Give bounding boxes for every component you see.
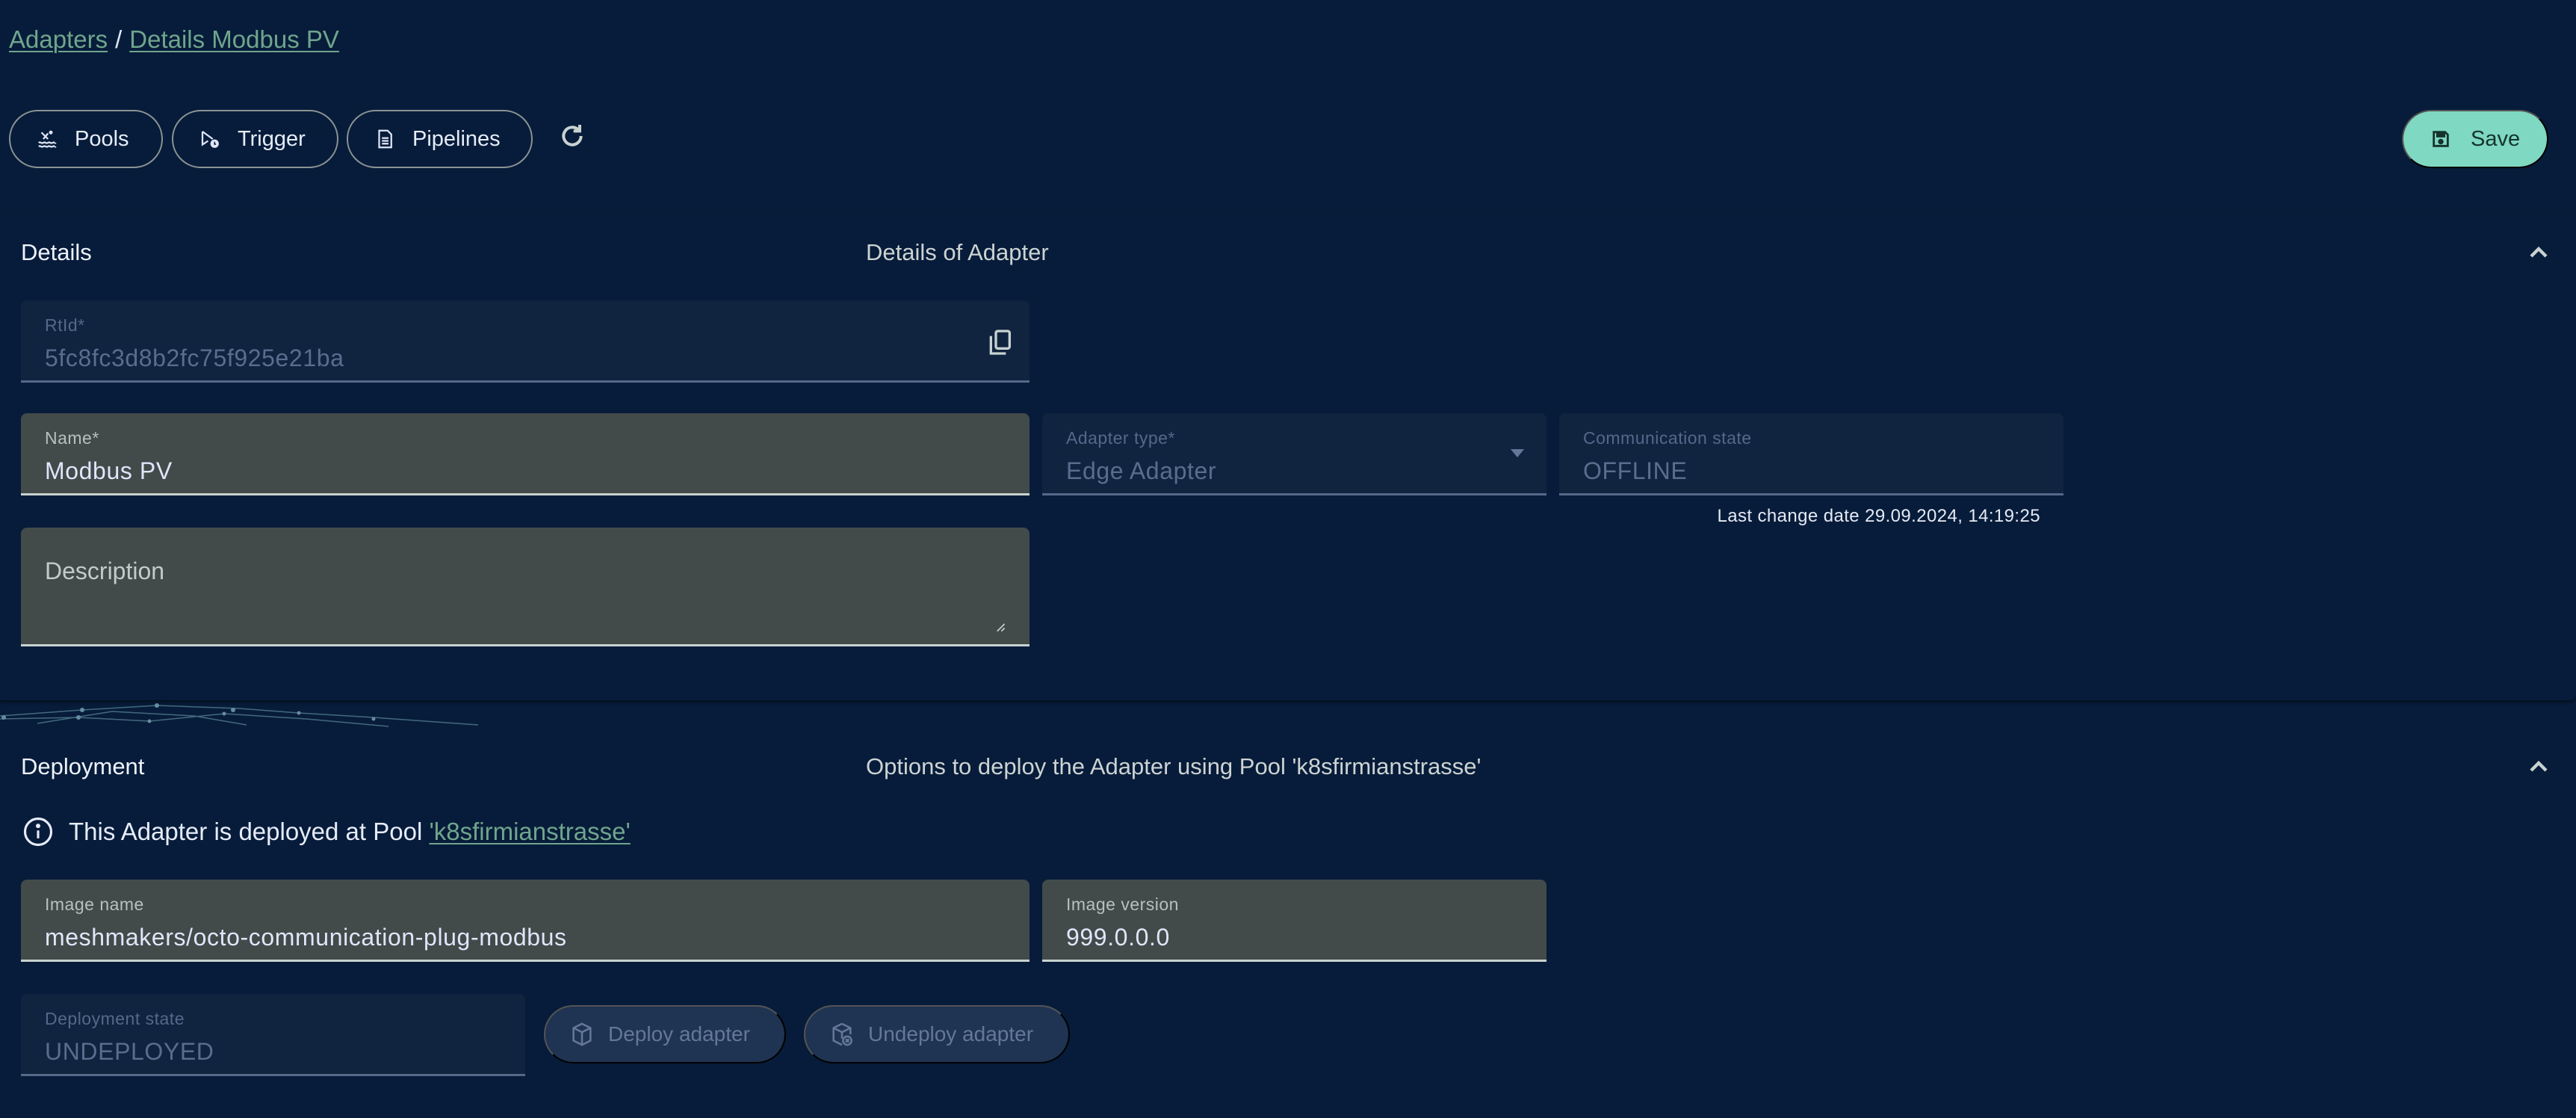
undeploy-adapter-button[interactable]: Undeploy adapter — [804, 1005, 1070, 1063]
image-name-field[interactable]: Image name meshmakers/octo-communication… — [21, 880, 1030, 962]
pool-link[interactable]: 'k8sfirmianstrasse' — [429, 818, 630, 845]
image-version-input[interactable]: 999.0.0.0 — [1066, 924, 1523, 951]
package-remove-icon — [832, 1022, 853, 1046]
adapter-type-label: Adapter type* — [1066, 428, 1175, 448]
last-change-date: Last change date 29.09.2024, 14:19:25 — [1717, 506, 2040, 526]
info-icon — [23, 817, 53, 847]
chevron-up-icon[interactable] — [2524, 238, 2554, 268]
pipelines-button[interactable]: Pipelines — [347, 110, 533, 168]
deploy-adapter-label: Deploy adapter — [608, 1022, 750, 1046]
pipelines-label: Pipelines — [412, 126, 501, 151]
deployment-info: This Adapter is deployed at Pool 'k8sfir… — [22, 816, 631, 847]
pools-button[interactable]: Pools — [9, 110, 163, 168]
description-placeholder: Description — [45, 558, 165, 584]
deployment-info-prefix: This Adapter is deployed at Pool — [69, 818, 430, 845]
adapter-type-value: Edge Adapter — [1066, 457, 1217, 484]
deployment-state-value: UNDEPLOYED — [45, 1038, 214, 1065]
rtid-field: RtId* 5fc8fc3d8b2fc75f925e21ba — [21, 300, 1030, 383]
resize-handle-icon[interactable] — [995, 622, 1006, 632]
name-field[interactable]: Name* Modbus PV — [21, 413, 1030, 495]
breadcrumb-separator: / — [115, 25, 123, 53]
breadcrumb: Adapters / Details Modbus PV — [9, 25, 339, 54]
breadcrumb-current-link[interactable]: Details Modbus PV — [129, 25, 339, 53]
deployment-state-label: Deployment state — [45, 1009, 185, 1028]
details-panel: Details Details of Adapter RtId* 5fc8fc3… — [0, 209, 2576, 700]
save-label: Save — [2471, 126, 2521, 151]
image-version-field[interactable]: Image version 999.0.0.0 — [1042, 880, 1546, 962]
name-input[interactable]: Modbus PV — [45, 457, 1006, 485]
pools-label: Pools — [75, 126, 129, 151]
communication-state-label: Communication state — [1583, 428, 1752, 448]
details-section-description: Details of Adapter — [866, 239, 1049, 265]
rtid-label: RtId* — [45, 315, 85, 335]
deployment-section-description: Options to deploy the Adapter using Pool… — [866, 753, 1481, 779]
communication-state-field: Communication state OFFLINE — [1559, 413, 2063, 495]
package-icon — [572, 1022, 592, 1046]
trigger-clock-icon — [201, 131, 219, 148]
details-section-title: Details — [21, 239, 92, 265]
network-decoration — [0, 703, 479, 727]
image-name-label: Image name — [45, 895, 144, 914]
trigger-button[interactable]: Trigger — [172, 110, 338, 168]
communication-state-value: OFFLINE — [1583, 457, 1688, 484]
save-button[interactable]: Save — [2402, 110, 2548, 168]
name-label: Name* — [45, 428, 99, 448]
deploy-adapter-button[interactable]: Deploy adapter — [544, 1005, 786, 1063]
trigger-label: Trigger — [238, 126, 306, 151]
chevron-up-icon[interactable] — [2524, 752, 2554, 782]
deployment-state-field: Deployment state UNDEPLOYED — [21, 994, 525, 1076]
breadcrumb-adapters-link[interactable]: Adapters — [9, 25, 108, 53]
refresh-icon[interactable] — [557, 121, 587, 151]
image-name-input[interactable]: meshmakers/octo-communication-plug-modbu… — [45, 924, 1006, 951]
adapter-type-select: Adapter type* Edge Adapter — [1042, 413, 1546, 495]
pool-swimmer-icon — [38, 130, 57, 148]
document-icon — [378, 129, 392, 149]
undeploy-adapter-label: Undeploy adapter — [868, 1022, 1034, 1046]
dropdown-arrow-icon — [1511, 449, 1524, 457]
rtid-value: 5fc8fc3d8b2fc75f925e21ba — [45, 345, 344, 371]
floppy-disk-icon — [2433, 131, 2449, 147]
deployment-info-text: This Adapter is deployed at Pool 'k8sfir… — [69, 818, 631, 846]
image-version-label: Image version — [1066, 895, 1179, 914]
description-textarea[interactable]: Description — [21, 528, 1030, 646]
copy-icon[interactable] — [985, 326, 1015, 359]
deployment-section-title: Deployment — [21, 753, 145, 779]
